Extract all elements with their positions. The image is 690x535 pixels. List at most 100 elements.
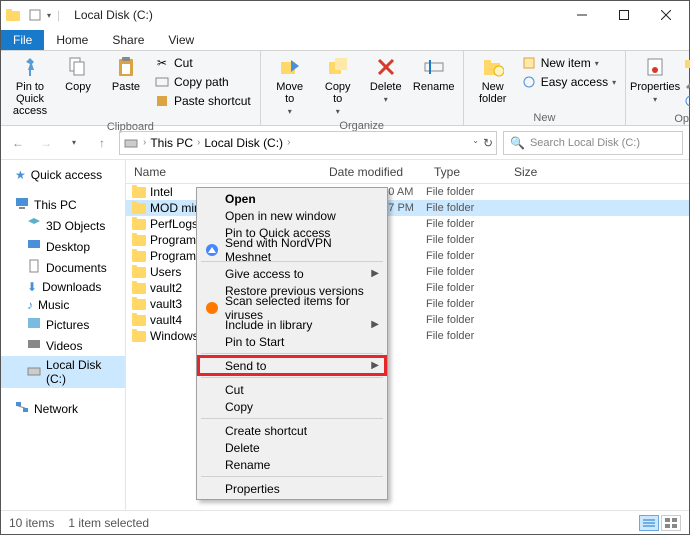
up-button[interactable]: ↑ — [91, 132, 113, 154]
column-name[interactable]: Name — [126, 165, 321, 179]
file-name: vault2 — [150, 281, 182, 295]
nav-3d-objects[interactable]: 3D Objects — [1, 215, 125, 236]
column-type[interactable]: Type — [426, 165, 506, 179]
ctx-pin-start[interactable]: Pin to Start — [199, 333, 385, 350]
paste-shortcut-button[interactable]: Paste shortcut — [152, 92, 253, 110]
pin-to-quick-access-button[interactable]: Pin to Quick access — [6, 53, 54, 119]
search-icon: 🔍 — [510, 136, 525, 150]
address-bar[interactable]: › This PC › Local Disk (C:) › ⌄ ↻ — [119, 131, 497, 155]
history-icon — [683, 93, 690, 109]
folder-icon — [132, 331, 146, 342]
edit-button[interactable]: Edit — [681, 73, 690, 91]
paste-button[interactable]: Paste — [102, 53, 150, 95]
column-size[interactable]: Size — [506, 165, 689, 179]
ctx-scan-viruses[interactable]: Scan selected items for viruses — [199, 299, 385, 316]
music-icon: ♪ — [27, 298, 33, 312]
ctx-copy[interactable]: Copy — [199, 398, 385, 415]
navigation-pane: ★Quick access This PC 3D Objects Desktop… — [1, 160, 126, 510]
file-type: File folder — [426, 202, 506, 214]
file-type: File folder — [426, 282, 506, 294]
nav-quick-access[interactable]: ★Quick access — [1, 166, 125, 184]
file-type: File folder — [426, 266, 506, 278]
tab-file[interactable]: File — [1, 30, 44, 50]
forward-button[interactable]: → — [35, 132, 57, 154]
ctx-cut[interactable]: Cut — [199, 381, 385, 398]
easy-access-button[interactable]: Easy access ▾ — [519, 73, 618, 91]
nav-videos[interactable]: Videos — [1, 335, 125, 356]
search-input[interactable]: 🔍 Search Local Disk (C:) — [503, 131, 683, 155]
recent-locations-button[interactable]: ▾ — [63, 132, 85, 154]
cut-button[interactable]: ✂Cut — [152, 54, 253, 72]
close-button[interactable] — [645, 1, 687, 29]
open-button[interactable]: Open ▾ — [681, 54, 690, 72]
ctx-delete[interactable]: Delete — [199, 439, 385, 456]
breadcrumb-thispc[interactable]: This PC — [150, 136, 193, 150]
nav-this-pc[interactable]: This PC — [1, 194, 125, 215]
ctx-create-shortcut[interactable]: Create shortcut — [199, 422, 385, 439]
qat-dropdown-icon[interactable]: ▾ — [47, 11, 51, 20]
new-folder-icon — [481, 55, 505, 79]
ribbon-group-new: New folder New item ▾ Easy access ▾ New — [464, 51, 626, 125]
file-name: Users — [150, 265, 181, 279]
large-icons-view-button[interactable] — [661, 515, 681, 531]
ctx-nordvpn[interactable]: Send with NordVPN Meshnet — [199, 241, 385, 258]
context-menu: Open Open in new window Pin to Quick acc… — [196, 187, 388, 500]
window-title: Local Disk (C:) — [74, 8, 153, 22]
ctx-include-library[interactable]: Include in library▶ — [199, 316, 385, 333]
maximize-button[interactable] — [603, 1, 645, 29]
ctx-open[interactable]: Open — [199, 190, 385, 207]
copy-to-button[interactable]: Copy to▾ — [314, 53, 362, 118]
refresh-button[interactable]: ↻ — [483, 136, 493, 150]
delete-icon — [374, 55, 398, 79]
details-view-button[interactable] — [639, 515, 659, 531]
status-bar: 10 items 1 item selected — [1, 510, 689, 534]
pc-icon — [15, 196, 29, 213]
file-name: PerfLogs — [150, 217, 198, 231]
minimize-button[interactable] — [561, 1, 603, 29]
tab-share[interactable]: Share — [100, 30, 156, 50]
ctx-properties[interactable]: Properties — [199, 480, 385, 497]
qat-properties-icon[interactable] — [25, 5, 45, 25]
nav-network[interactable]: Network — [1, 398, 125, 419]
new-folder-button[interactable]: New folder — [469, 53, 517, 107]
nav-desktop[interactable]: Desktop — [1, 236, 125, 257]
address-dropdown-icon[interactable]: ⌄ — [472, 136, 479, 150]
open-icon — [683, 55, 690, 71]
column-date[interactable]: Date modified — [321, 165, 426, 179]
easy-access-icon — [521, 74, 537, 90]
file-name: Intel — [150, 185, 173, 199]
move-to-button[interactable]: Move to▾ — [266, 53, 314, 118]
breadcrumb-localdisk[interactable]: Local Disk (C:) — [204, 136, 283, 150]
file-type: File folder — [426, 186, 506, 198]
copy-icon — [66, 55, 90, 79]
properties-button[interactable]: Properties▾ — [631, 53, 679, 106]
nav-downloads[interactable]: ⬇Downloads — [1, 278, 125, 296]
file-type: File folder — [426, 330, 506, 342]
ctx-give-access[interactable]: Give access to▶ — [199, 265, 385, 282]
new-item-icon — [521, 55, 537, 71]
tab-home[interactable]: Home — [44, 30, 100, 50]
new-item-button[interactable]: New item ▾ — [519, 54, 618, 72]
ctx-send-to[interactable]: Send to▶ — [199, 357, 385, 374]
back-button[interactable]: ← — [7, 132, 29, 154]
delete-button[interactable]: Delete▾ — [362, 53, 410, 106]
ctx-open-new-window[interactable]: Open in new window — [199, 207, 385, 224]
edit-icon — [683, 74, 690, 90]
history-button[interactable]: History — [681, 92, 690, 110]
ctx-rename[interactable]: Rename — [199, 456, 385, 473]
desktop-icon — [27, 238, 41, 255]
nav-music[interactable]: ♪Music — [1, 296, 125, 314]
tab-view[interactable]: View — [156, 30, 206, 50]
copy-button[interactable]: Copy — [54, 53, 102, 95]
pin-icon — [18, 55, 42, 79]
copy-path-icon — [154, 74, 170, 90]
file-type: File folder — [426, 234, 506, 246]
folder-icon — [3, 5, 23, 25]
nav-local-disk[interactable]: Local Disk (C:) — [1, 356, 125, 388]
copy-path-button[interactable]: Copy path — [152, 73, 253, 91]
rename-button[interactable]: Rename — [410, 53, 458, 95]
navigation-row: ← → ▾ ↑ › This PC › Local Disk (C:) › ⌄ … — [1, 126, 689, 160]
folder-icon — [132, 235, 146, 246]
nav-pictures[interactable]: Pictures — [1, 314, 125, 335]
nav-documents[interactable]: Documents — [1, 257, 125, 278]
